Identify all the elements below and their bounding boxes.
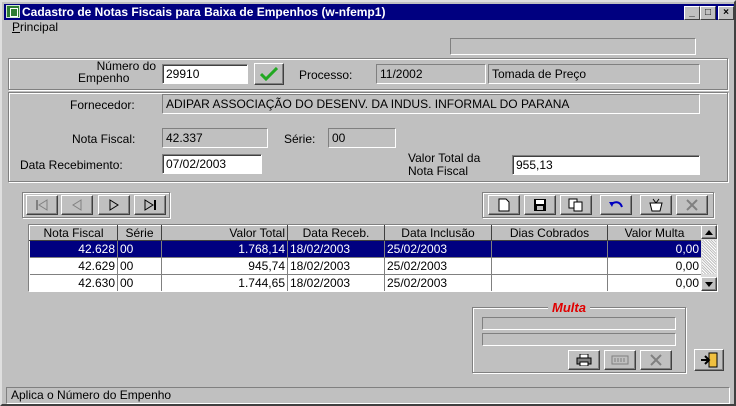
valor-total-input[interactable]: 955,13 [512,155,700,175]
calculator-button[interactable] [604,350,636,370]
printer-icon [576,354,592,366]
recebimento-input[interactable]: 07/02/2003 [162,154,262,174]
main-window: Cadastro de Notas Fiscais para Baixa de … [0,0,736,406]
empenho-label: Número do Empenho [78,59,156,85]
new-button[interactable] [488,195,520,215]
multa-field-1 [482,317,676,330]
col-data-receb[interactable]: Data Receb. [287,225,385,241]
multa-field-2 [482,333,676,346]
processo-label: Processo: [299,68,353,82]
maximize-button[interactable]: □ [700,6,716,20]
serie-label: Série: [284,132,316,146]
nota-label: Nota Fiscal: [72,132,136,146]
next-record-button[interactable] [98,195,130,215]
print-button[interactable] [568,350,600,370]
clear-button[interactable] [640,195,672,215]
info-box [450,38,696,55]
nota-field: 42.337 [162,128,268,148]
scroll-down-button[interactable] [701,277,717,291]
undo-button[interactable] [600,195,632,215]
basket-icon [649,198,663,212]
copy-icon [568,198,583,212]
undo-icon [609,201,623,208]
col-valor-multa[interactable]: Valor Multa [607,225,702,241]
confirm-button[interactable] [254,63,284,85]
serie-field: 00 [328,128,396,148]
scroll-track[interactable] [702,240,716,274]
col-valor-total[interactable]: Valor Total [161,225,288,241]
app-icon [6,5,20,18]
col-dias-cobrados[interactable]: Dias Cobrados [491,225,608,241]
save-button[interactable] [524,195,556,215]
next-icon [109,199,119,211]
empenho-input[interactable]: 29910 [162,64,248,84]
delete-icon [650,354,662,366]
delete-icon [686,199,698,211]
save-icon [534,199,546,211]
first-record-button[interactable] [26,195,58,215]
window-title: Cadastro de Notas Fiscais para Baixa de … [22,5,386,19]
first-icon [36,199,48,211]
fornecedor-field: ADIPAR ASSOCIAÇÃO DO DESENV. DA INDUS. I… [162,94,700,114]
valor-total-label: Valor Total da Nota Fiscal [408,151,481,178]
notas-grid: Nota Fiscal Série Valor Total Data Receb… [28,224,718,292]
delete-button[interactable] [676,195,708,215]
status-bar: Aplica o Número do Empenho [6,387,730,404]
table-row[interactable]: 42.630 00 1.744,65 18/02/2003 25/02/2003… [29,274,702,291]
exit-button[interactable] [694,349,724,371]
new-document-icon [498,198,510,212]
table-header: Nota Fiscal Série Valor Total Data Receb… [29,225,702,241]
processo-field: 11/2002 [376,64,486,84]
multa-delete-button[interactable] [640,350,672,370]
recebimento-label: Data Recebimento: [20,158,123,172]
minimize-button[interactable]: _ [684,6,700,20]
table-row[interactable]: 42.628 00 1.768,14 18/02/2003 25/02/2003… [29,240,702,258]
arrow-up-icon [705,229,713,235]
col-nota-fiscal[interactable]: Nota Fiscal [29,225,118,241]
keyboard-icon [611,355,629,365]
previous-record-button[interactable] [61,195,93,215]
close-button[interactable]: × [718,6,734,20]
previous-icon [72,199,82,211]
scroll-up-button[interactable] [701,225,717,239]
exit-door-icon [701,352,718,368]
title-bar: Cadastro de Notas Fiscais para Baixa de … [4,4,734,20]
copy-button[interactable] [560,195,592,215]
modalidade-field: Tomada de Preço [488,64,700,84]
check-icon [260,67,278,81]
last-icon [144,199,156,211]
arrow-down-icon [705,281,713,287]
grid-scrollbar[interactable] [701,225,717,291]
menu-bar: Principal [4,20,734,35]
last-record-button[interactable] [134,195,166,215]
fornecedor-label: Fornecedor: [70,98,135,112]
notas-table: Nota Fiscal Série Valor Total Data Receb… [29,225,702,291]
multa-title: Multa [548,300,590,315]
menu-principal[interactable]: Principal [12,20,58,34]
col-serie[interactable]: Série [117,225,162,241]
table-row[interactable]: 42.629 00 945,74 18/02/2003 25/02/2003 0… [29,257,702,275]
col-data-inclusao[interactable]: Data Inclusão [384,225,492,241]
